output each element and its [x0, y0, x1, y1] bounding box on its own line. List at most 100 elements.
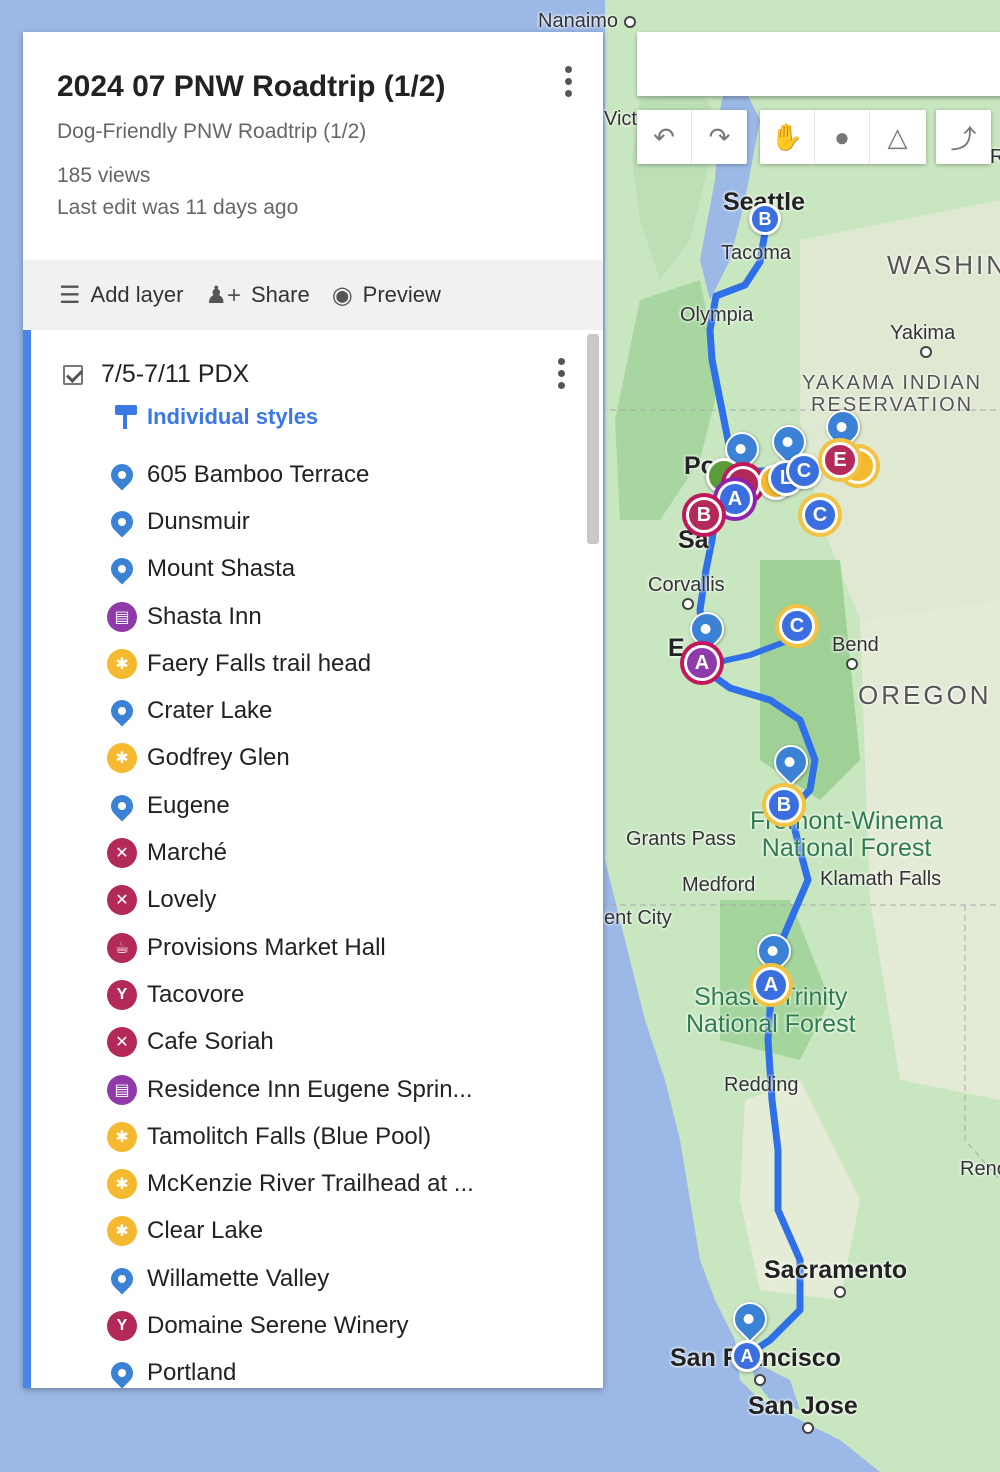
list-item[interactable]: ▤ Residence Inn Eugene Sprin...: [31, 1066, 603, 1113]
list-item[interactable]: ✕ Cafe Soriah: [31, 1019, 603, 1066]
list-item[interactable]: ☕ Provisions Market Hall: [31, 924, 603, 971]
share-label: Share: [251, 282, 310, 307]
city-dot: [754, 1374, 766, 1386]
pin-icon: [106, 459, 138, 491]
list-item[interactable]: Portland: [31, 1350, 603, 1388]
directions-toolbar: ⤴: [936, 110, 991, 164]
preview-label: Preview: [362, 282, 441, 307]
redo-icon: ↷: [708, 121, 731, 152]
list-item[interactable]: ✱ Faery Falls trail head: [31, 640, 603, 687]
pin-icon: [106, 506, 138, 538]
map-label-eugene: E: [668, 634, 685, 662]
draw-line-button[interactable]: △: [870, 110, 925, 164]
list-item[interactable]: ✕ Marché: [31, 829, 603, 876]
city-dot: [624, 16, 636, 28]
city-dot: [920, 346, 932, 358]
bar-icon: Y: [107, 979, 137, 1010]
map-label-sacramento: Sacramento: [764, 1256, 908, 1284]
list-item[interactable]: Willamette Valley: [31, 1255, 603, 1302]
draw-line-icon: △: [887, 121, 908, 152]
select-button[interactable]: ✋: [760, 110, 815, 164]
city-dot: [834, 1286, 846, 1298]
list-item[interactable]: Dunsmuir: [31, 498, 603, 545]
map-label-yakama-reservation: YAKAMA INDIAN RESERVATION: [802, 372, 983, 416]
map-label-redding: Redding: [724, 1074, 799, 1096]
layer-name[interactable]: 7/5-7/11 PDX: [101, 360, 249, 389]
map-pin-b-salem[interactable]: B: [686, 497, 722, 533]
list-item[interactable]: ✱ Godfrey Glen: [31, 735, 603, 782]
map-label-crescent-city: ent City: [604, 907, 672, 929]
list-item[interactable]: Mount Shasta: [31, 546, 603, 593]
map-pin-c-east[interactable]: C: [802, 497, 838, 533]
map-label-washington: WASHIN: [887, 250, 1000, 280]
map-pin-a[interactable]: A: [717, 481, 753, 517]
list-item[interactable]: ▤ Shasta Inn: [31, 593, 603, 640]
restaurant-icon: ✕: [107, 885, 137, 916]
list-item[interactable]: Crater Lake: [31, 687, 603, 734]
history-toolbar: ↶ ↷: [637, 110, 747, 164]
restaurant-icon: ✕: [107, 1027, 137, 1058]
add-layer-button[interactable]: ☰ Add layer: [59, 281, 183, 310]
map-label-oregon: OREGON: [858, 680, 992, 710]
list-item[interactable]: ✱ McKenzie River Trailhead at ...: [31, 1160, 603, 1207]
undo-icon: ↶: [653, 121, 675, 152]
preview-button[interactable]: ◉ Preview: [332, 281, 441, 310]
map-label-bend: Bend: [832, 634, 879, 656]
add-marker-button[interactable]: ●: [815, 110, 870, 164]
map-pin-a-sf[interactable]: A: [731, 1340, 763, 1372]
restaurant-icon: ✕: [107, 838, 137, 869]
map-label-tacoma: Tacoma: [721, 242, 792, 264]
individual-styles-link[interactable]: Individual styles: [31, 389, 603, 431]
directions-icon: ⤴: [950, 123, 977, 154]
pin-icon: [106, 695, 138, 727]
list-item[interactable]: ✱ Clear Lake: [31, 1208, 603, 1255]
search-box[interactable]: [637, 32, 1000, 96]
eye-icon: ◉: [331, 281, 353, 309]
list-item[interactable]: 605 Bamboo Terrace: [31, 451, 603, 498]
list-item[interactable]: Eugene: [31, 782, 603, 829]
share-button[interactable]: ♟+ Share: [205, 281, 309, 310]
redo-button[interactable]: ↷: [692, 110, 747, 164]
map-last-edit: Last edit was 11 days ago: [57, 196, 299, 219]
hiking-icon: ✱: [107, 648, 137, 679]
individual-styles-label: Individual styles: [147, 404, 319, 429]
city-dot: [802, 1422, 814, 1434]
map-label-grants-pass: Grants Pass: [626, 828, 737, 850]
map-label-victoria: Vict: [604, 108, 637, 130]
layer-options-menu-icon[interactable]: [558, 358, 565, 389]
pin-icon: [106, 1357, 138, 1388]
map-options-menu-icon[interactable]: [563, 66, 573, 97]
add-person-icon: ♟+: [205, 281, 241, 309]
list-item[interactable]: ✱ Tamolitch Falls (Blue Pool): [31, 1113, 603, 1160]
map-pin-b[interactable]: B: [749, 203, 781, 235]
scrollbar[interactable]: [587, 334, 599, 544]
map-label-corvallis: Corvallis: [648, 574, 725, 596]
map-label-nanaimo: Nanaimo: [538, 10, 619, 32]
map-pin-c-bend[interactable]: C: [779, 608, 815, 644]
map-label-medford: Medford: [682, 874, 756, 896]
list-item[interactable]: Y Tacovore: [31, 971, 603, 1018]
map-pin-a-shasta[interactable]: A: [753, 967, 789, 1003]
marker-icon: ●: [834, 121, 850, 152]
hotel-icon: ▤: [107, 1074, 137, 1105]
map-pin-a-eugene[interactable]: A: [684, 645, 720, 681]
hiking-icon: ✱: [107, 1216, 137, 1247]
layers-icon: ☰: [59, 281, 81, 309]
map-pin-e[interactable]: E: [822, 442, 858, 478]
map-title[interactable]: 2024 07 PNW Roadtrip (1/2): [57, 68, 569, 106]
bar-icon: Y: [107, 1310, 137, 1341]
list-item[interactable]: ✕ Lovely: [31, 877, 603, 924]
panel-actions: ☰ Add layer ♟+ Share ◉ Preview: [23, 260, 603, 330]
map-pin-c[interactable]: C: [786, 453, 822, 489]
undo-button[interactable]: ↶: [637, 110, 692, 164]
map-label-r: R: [990, 146, 1000, 168]
cafe-icon: ☕: [107, 932, 137, 963]
map-views: 185 views: [57, 164, 151, 187]
layer-visibility-checkbox[interactable]: [63, 364, 83, 385]
map-sidepanel: 2024 07 PNW Roadtrip (1/2) Dog-Friendly …: [23, 32, 603, 1388]
map-description[interactable]: Dog-Friendly PNW Roadtrip (1/2): [57, 120, 569, 144]
map-pin-b-crater[interactable]: B: [766, 787, 802, 823]
list-item[interactable]: Y Domaine Serene Winery: [31, 1302, 603, 1349]
add-directions-button[interactable]: ⤴: [936, 110, 991, 164]
hiking-icon: ✱: [107, 1121, 137, 1152]
